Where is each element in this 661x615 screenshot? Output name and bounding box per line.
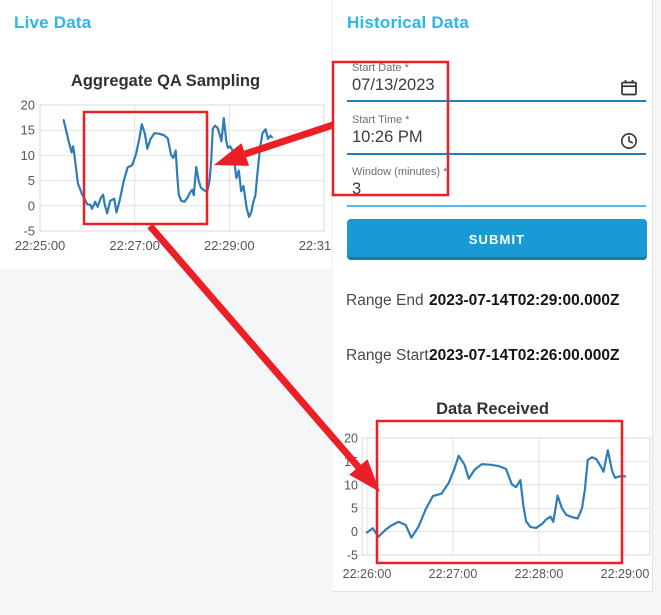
live-data-chart: -5 0 5 10 15 20 22:25:00 22:27:00 22:29:00 22:31:… <box>15 98 331 254</box>
range-start-label: Range Start <box>346 347 429 364</box>
svg-text:22:25:00: 22:25:00 <box>15 238 66 253</box>
clock-icon[interactable] <box>620 132 638 150</box>
historical-chart-title: Data Received <box>436 400 549 418</box>
window-minutes-underline <box>347 205 646 207</box>
calendar-icon[interactable] <box>620 79 638 97</box>
svg-text:0: 0 <box>351 525 358 539</box>
svg-text:20: 20 <box>344 432 358 446</box>
svg-text:0: 0 <box>28 198 35 213</box>
svg-text:5: 5 <box>28 173 35 188</box>
start-time-input[interactable]: 10:26 PM <box>352 128 423 147</box>
range-end-value: 2023-07-14T02:29:00.000Z <box>429 292 620 309</box>
live-data-heading: Live Data <box>14 13 92 32</box>
svg-text:22:27:00: 22:27:00 <box>109 238 160 253</box>
svg-text:22:31:00: 22:31:00 <box>299 238 331 253</box>
svg-text:15: 15 <box>21 123 35 138</box>
live-chart-title: Aggregate QA Sampling <box>70 72 261 90</box>
start-date-label: Start Date * <box>352 62 409 74</box>
range-start-row: Range Start 2023-07-14T02:26:00.000Z <box>346 347 646 365</box>
window-minutes-label: Window (minutes) * <box>352 166 448 178</box>
live-data-panel: Live Data Aggregate QA Sampling -5 0 5 10 15… <box>0 0 331 269</box>
svg-text:22:27:00: 22:27:00 <box>429 567 478 581</box>
historical-data-heading: Historical Data <box>347 13 470 32</box>
svg-text:-5: -5 <box>23 224 35 239</box>
svg-text:15: 15 <box>344 455 358 469</box>
historical-data-panel: Historical Data Start Date * 07/13/2023 … <box>333 0 653 592</box>
svg-text:10: 10 <box>21 148 35 163</box>
svg-text:-5: -5 <box>347 549 358 563</box>
svg-text:22:29:00: 22:29:00 <box>204 238 255 253</box>
historical-data-chart: -5 0 5 10 15 20 22:26:00 22:27:00 22:28:00 22:29:… <box>343 432 651 581</box>
svg-text:22:26:00: 22:26:00 <box>343 567 392 581</box>
start-date-underline <box>347 100 646 102</box>
range-end-label: Range End <box>346 292 424 309</box>
app-page: Live Data Aggregate QA Sampling -5 0 5 10 15… <box>0 0 661 615</box>
start-time-label: Start Time * <box>352 114 410 126</box>
svg-text:10: 10 <box>344 478 358 492</box>
range-end-row: Range End 2023-07-14T02:29:00.000Z <box>346 292 646 310</box>
window-minutes-input[interactable]: 3 <box>352 180 361 199</box>
start-date-input[interactable]: 07/13/2023 <box>352 76 435 95</box>
range-start-value: 2023-07-14T02:26:00.000Z <box>429 347 620 364</box>
svg-text:20: 20 <box>21 98 35 113</box>
submit-button[interactable]: SUBMIT <box>347 219 647 260</box>
svg-text:22:29:00: 22:29:00 <box>601 567 650 581</box>
svg-text:22:28:00: 22:28:00 <box>515 567 564 581</box>
start-time-underline <box>347 153 646 155</box>
svg-text:5: 5 <box>351 502 358 516</box>
